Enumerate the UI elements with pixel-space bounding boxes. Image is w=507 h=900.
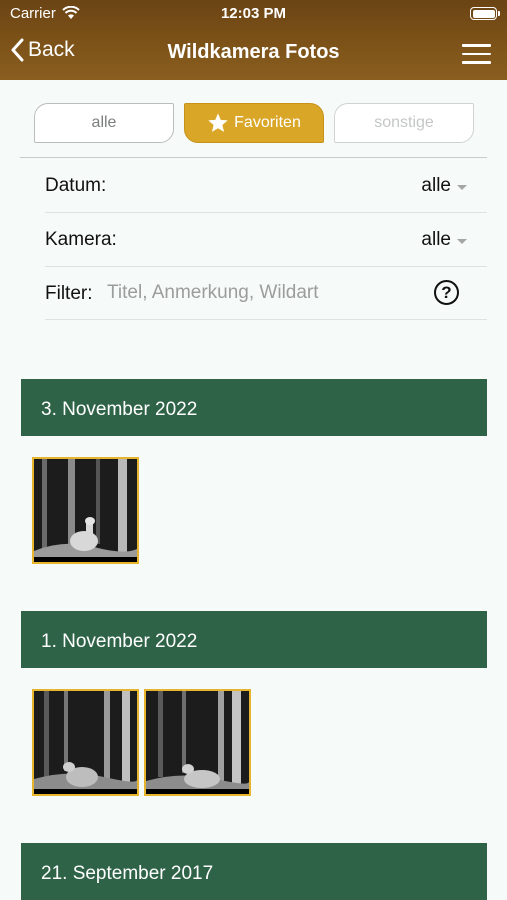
navigation-bar: Back Wildkamera Fotos [0,28,507,78]
status-time: 12:03 PM [220,5,287,22]
divider [20,157,487,158]
camera-filter-label: Kamera: [45,229,117,250]
date-filter-row[interactable]: Datum: alle [45,159,467,212]
date-filter-select[interactable]: alle [421,175,467,197]
segment-sonstige[interactable]: sonstige [334,103,474,143]
chevron-down-icon [457,238,467,244]
camera-filter-row[interactable]: Kamera: alle [45,213,467,266]
segment-favoriten[interactable]: Favoriten [184,103,324,143]
date-section-header: 1. November 2022 [21,611,487,668]
camera-filter-value: alle [421,229,451,250]
divider [45,319,487,320]
top-bar: Carrier 12:03 PM Back Wildkamera Fotos [0,0,507,80]
section-date-label: 3. November 2022 [41,399,198,420]
segment-sonstige-label: sonstige [374,114,434,131]
date-section-header: 21. September 2017 [21,843,487,900]
chevron-down-icon [457,184,467,190]
star-icon [208,113,228,132]
page-title: Wildkamera Fotos [167,41,340,63]
segment-favoriten-label: Favoriten [234,114,301,131]
date-filter-value: alle [421,175,451,196]
help-icon[interactable]: ? [434,280,459,305]
category-segmented-control: alle Favoriten sonstige [34,103,474,143]
date-section-header: 3. November 2022 [21,379,487,436]
photo-thumbnail[interactable] [144,689,251,796]
status-bar: Carrier 12:03 PM [0,0,507,28]
battery-icon [470,7,500,20]
text-filter-input[interactable] [107,278,407,308]
segment-alle-label: alle [91,114,117,131]
section-date-label: 1. November 2022 [41,631,198,652]
photo-thumbnail[interactable] [32,689,139,796]
date-filter-label: Datum: [45,175,107,196]
text-filter-row: Filter: ? [45,268,467,318]
text-filter-label: Filter: [45,283,93,304]
divider [45,266,487,267]
segment-alle[interactable]: alle [34,103,174,143]
section-date-label: 21. September 2017 [41,863,214,884]
menu-icon[interactable] [462,44,491,64]
photo-thumbnail[interactable] [32,457,139,564]
camera-filter-select[interactable]: alle [421,229,467,251]
